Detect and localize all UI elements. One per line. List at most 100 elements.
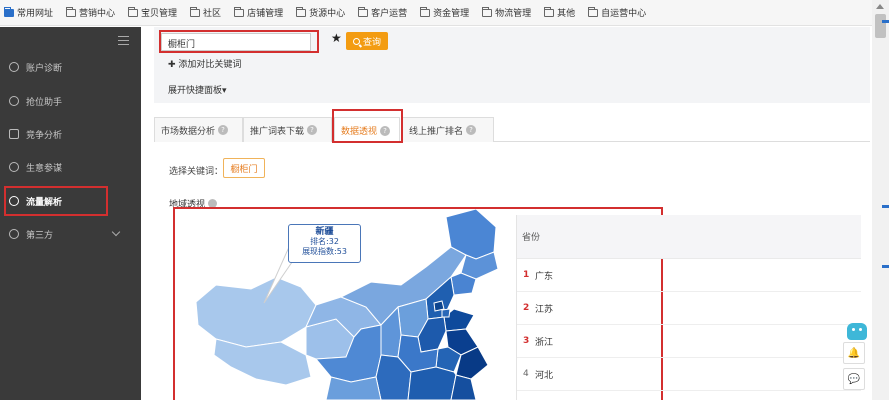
rank-number: 4 — [523, 369, 529, 379]
bookmark-label: 货源中心 — [309, 9, 346, 19]
bell-icon[interactable]: 🔔 — [843, 342, 865, 364]
province-name: 广东 — [535, 271, 554, 282]
bookmark-item[interactable]: 店铺管理 — [234, 6, 283, 19]
browser-window: { "bookmarks": [ {"label": "常用网址", "icon… — [0, 0, 889, 400]
divider — [882, 205, 889, 208]
bookmark-item[interactable]: 常用网址 — [4, 6, 53, 19]
bookmark-item[interactable]: 其他 — [544, 6, 575, 19]
highlight-box — [332, 109, 403, 143]
rank-number: 3 — [523, 336, 530, 346]
bookmark-label: 自运营中心 — [601, 9, 647, 19]
tooltip-index: 展现指数:53 — [302, 247, 347, 256]
main-content: 橱柜门 ★ 查询 ✚ 添加对比关键词 展开快捷面板▾ 市场数据分析? 推广词表下… — [141, 27, 872, 400]
search-panel: 橱柜门 ★ 查询 ✚ 添加对比关键词 展开快捷面板▾ — [154, 27, 870, 103]
sidebar-item-label: 抢位助手 — [26, 97, 63, 108]
chart-icon — [9, 129, 19, 139]
divider — [882, 20, 889, 23]
table-header: 省份 — [517, 215, 861, 259]
bookmark-label: 宝贝管理 — [141, 9, 178, 19]
province-name: 浙江 — [535, 337, 554, 348]
table-row[interactable]: 2 江苏 — [517, 292, 861, 325]
table-row[interactable]: 1 广东 — [517, 259, 861, 292]
bookmark-item[interactable]: 物流管理 — [482, 6, 531, 19]
bookmark-item[interactable]: 社区 — [190, 6, 221, 19]
tab-online-ranking[interactable]: 线上推广排名? — [402, 117, 494, 142]
sidebar-item-business-advisor[interactable]: 生意参谋 — [0, 155, 141, 179]
sidebar-item-account-diagnose[interactable]: 账户诊断 — [0, 55, 141, 79]
scroll-up-icon[interactable] — [876, 4, 884, 9]
scroll-thumb[interactable] — [875, 14, 886, 38]
folder-icon — [544, 6, 555, 17]
bookmark-label: 店铺管理 — [247, 9, 284, 19]
sidebar-item-label: 账户诊断 — [26, 63, 63, 74]
divider — [882, 265, 889, 268]
bookmark-label: 物流管理 — [495, 9, 532, 19]
tooltip-region: 新疆 — [315, 227, 334, 237]
province-name: 河北 — [535, 370, 554, 381]
chat-icon[interactable]: 💬 — [843, 368, 865, 390]
province-ranking-table: 省份 1 广东 2 江苏 3 浙江 4 河北 — [516, 215, 861, 400]
rank-number: 2 — [523, 303, 530, 313]
sidebar-item-third-party[interactable]: 第三方 — [0, 222, 141, 246]
tab-market-analysis[interactable]: 市场数据分析? — [154, 117, 243, 142]
search-icon — [352, 37, 360, 45]
page-scrollbar[interactable] — [872, 0, 889, 400]
circle-icon — [9, 229, 19, 239]
tab-bar: 市场数据分析? 推广词表下载? 数据透视? 线上推广排名? — [154, 117, 870, 143]
help-icon[interactable]: ? — [466, 125, 477, 135]
tab-label: 推广词表下载 — [250, 126, 305, 137]
folder-icon — [66, 6, 77, 17]
star-icon[interactable]: ★ — [331, 31, 342, 45]
folder-icon — [588, 6, 599, 17]
bookmark-item[interactable]: 资金管理 — [420, 6, 469, 19]
sidebar-item-label: 生意参谋 — [26, 163, 63, 174]
add-compare-keyword-link[interactable]: ✚ 添加对比关键词 — [168, 57, 241, 70]
target-icon — [9, 96, 19, 106]
rank-number: 1 — [523, 270, 530, 280]
bookmark-label: 其他 — [557, 9, 576, 19]
province-name: 江苏 — [535, 304, 554, 315]
folder-icon — [128, 6, 139, 17]
tab-label: 市场数据分析 — [161, 126, 216, 137]
table-row[interactable]: 3 浙江 — [517, 325, 861, 358]
bookmark-item[interactable]: 自运营中心 — [588, 6, 646, 19]
folder-icon — [420, 6, 431, 17]
tab-wordlist-download[interactable]: 推广词表下载? — [243, 117, 332, 142]
tooltip-rank: 排名:32 — [310, 237, 339, 246]
bookmark-label: 客户运营 — [371, 9, 408, 19]
folder-icon — [296, 6, 307, 17]
bookmark-label: 社区 — [203, 9, 222, 19]
help-icon[interactable]: ? — [218, 125, 229, 135]
sidebar-item-competition[interactable]: 竞争分析 — [0, 122, 141, 146]
table-row[interactable]: 4 河北 — [517, 358, 861, 391]
robot-assistant-icon[interactable] — [847, 323, 867, 340]
sidebar-item-label: 第三方 — [26, 230, 54, 241]
floating-tools: 🔔 💬 — [843, 342, 871, 394]
folder-icon — [190, 6, 201, 17]
select-keyword-label: 选择关键词： — [169, 167, 224, 177]
tab-label: 线上推广排名 — [409, 126, 464, 137]
bookmark-label: 资金管理 — [433, 9, 470, 19]
plus-icon: ✚ — [168, 60, 179, 70]
bookmark-item[interactable]: 客户运营 — [358, 6, 407, 19]
bookmark-bar: 常用网址 营销中心 宝贝管理 社区 店铺管理 货源中心 客户运营 资金管理 物流管理 其他 自运营中… — [0, 0, 872, 26]
bookmark-label: 营销中心 — [79, 9, 116, 19]
highlight-box — [159, 30, 319, 53]
expand-panel-label: 展开快捷面板 — [168, 86, 223, 96]
bookmark-item[interactable]: 宝贝管理 — [128, 6, 177, 19]
keyword-tag[interactable]: 橱柜门 — [223, 158, 265, 178]
diagnose-icon — [9, 62, 19, 72]
sidebar-item-rank-assistant[interactable]: 抢位助手 — [0, 89, 141, 113]
chevron-down-icon — [111, 227, 121, 237]
bookmark-item[interactable]: 货源中心 — [296, 6, 345, 19]
help-icon[interactable]: ? — [307, 125, 318, 135]
compass-icon — [9, 162, 19, 172]
collapse-menu-icon[interactable] — [118, 36, 129, 45]
folder-icon — [234, 6, 245, 17]
highlight-box — [4, 186, 108, 216]
map-tooltip: 新疆 排名:32 展现指数:53 — [288, 224, 361, 263]
expand-panel-toggle[interactable]: 展开快捷面板▾ — [168, 83, 227, 96]
sidebar-item-label: 竞争分析 — [26, 130, 63, 141]
bookmark-item[interactable]: 营销中心 — [66, 6, 115, 19]
query-button[interactable]: 查询 — [346, 32, 388, 50]
